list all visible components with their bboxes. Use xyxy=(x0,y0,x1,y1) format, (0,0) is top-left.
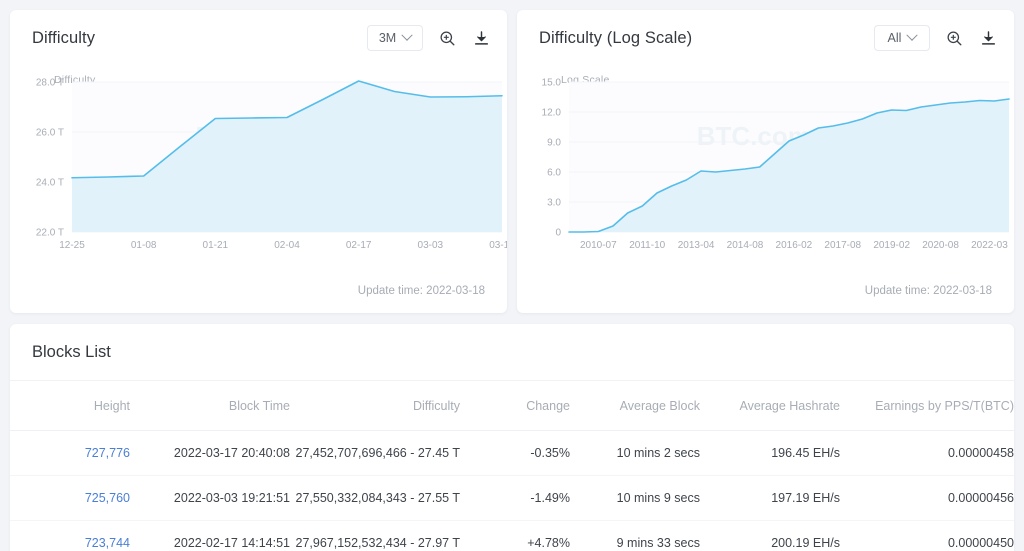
block-height-link[interactable]: 723,744 xyxy=(85,536,130,550)
cell-difficulty: 27,550,332,084,343 - 27.55 T xyxy=(290,475,460,521)
svg-text:26.0 T: 26.0 T xyxy=(36,128,64,139)
svg-text:02-17: 02-17 xyxy=(346,240,372,251)
cell-average-hashrate: 197.19 EH/s xyxy=(700,475,840,521)
cell-height: 727,776 xyxy=(10,430,130,476)
svg-text:03-03: 03-03 xyxy=(418,240,444,251)
svg-text:02-04: 02-04 xyxy=(274,240,300,251)
cell-earnings: 0.00000458 xyxy=(840,430,1014,476)
svg-text:2020-08: 2020-08 xyxy=(922,240,959,251)
blocks-table-body: 727,776 2022-03-17 20:40:08 27,452,707,696… xyxy=(10,430,1014,551)
svg-text:2016-02: 2016-02 xyxy=(776,240,813,251)
svg-text:3.0: 3.0 xyxy=(547,198,561,209)
cell-difficulty: 27,452,707,696,466 - 27.45 T xyxy=(290,430,460,476)
column-header-block-time[interactable]: Block Time xyxy=(130,381,290,431)
difficulty-log-area-chart: BTC.com03.06.09.012.015.02010-07 2011-10 2… xyxy=(542,78,1010,251)
svg-text:2010-07: 2010-07 xyxy=(580,240,617,251)
svg-text:12-25: 12-25 xyxy=(59,240,85,251)
svg-text:15.0: 15.0 xyxy=(542,78,562,89)
blocks-table: Height Block Time Difficulty Change Aver… xyxy=(10,381,1014,551)
page-title: Difficulty (Log Scale) xyxy=(539,28,693,47)
svg-text:2019-02: 2019-02 xyxy=(873,240,910,251)
block-height-link[interactable]: 725,760 xyxy=(85,491,130,505)
cell-average-block: 9 mins 33 secs xyxy=(570,520,700,551)
svg-text:28.0 T: 28.0 T xyxy=(36,78,64,89)
svg-text:24.0 T: 24.0 T xyxy=(36,178,64,189)
block-height-link[interactable]: 727,776 xyxy=(85,446,130,460)
table-row: 727,776 2022-03-17 20:40:08 27,452,707,696… xyxy=(10,430,1014,476)
column-header-change[interactable]: Change xyxy=(460,381,570,431)
page-root: Difficulty 3M Difficulty 22.0 T 24.0 T 2… xyxy=(0,0,1024,551)
range-select-label: 3M xyxy=(378,31,397,45)
cell-earnings: 0.00000450 xyxy=(840,520,1014,551)
chevron-down-icon xyxy=(401,29,413,41)
update-time-label: Update time: 2022-03-18 xyxy=(357,285,485,297)
svg-text:2022-03: 2022-03 xyxy=(971,240,1008,251)
cell-earnings: 0.00000456 xyxy=(840,475,1014,521)
svg-text:01-08: 01-08 xyxy=(131,240,157,251)
cell-average-block: 10 mins 9 secs xyxy=(570,475,700,521)
range-select-3m[interactable]: 3M xyxy=(367,25,423,51)
svg-text:2011-10: 2011-10 xyxy=(629,240,665,251)
svg-text:03-17: 03-17 xyxy=(489,240,507,251)
cell-change: -1.49% xyxy=(460,475,570,521)
table-header-row: Height Block Time Difficulty Change Aver… xyxy=(10,381,1014,431)
page-title: Difficulty xyxy=(32,28,96,47)
charts-row: Difficulty 3M Difficulty 22.0 T 24.0 T 2… xyxy=(10,10,1014,313)
chevron-down-icon xyxy=(906,29,919,41)
column-header-average-block[interactable]: Average Block xyxy=(570,381,700,431)
difficulty-log-plot: Log Scale BTC.com 0 3.0 6.0 9.0 12.0 15.0 2010-… xyxy=(517,66,1014,266)
cell-average-block: 10 mins 2 secs xyxy=(570,430,700,476)
range-select-label: All xyxy=(887,31,902,45)
cell-change: -0.35% xyxy=(460,430,570,476)
difficulty-log-chart-card: Difficulty (Log Scale) All Log Scale BTC… xyxy=(517,10,1014,313)
svg-text:2013-04: 2013-04 xyxy=(678,240,715,251)
svg-text:6.0: 6.0 xyxy=(547,168,561,179)
cell-block-time: 2022-03-03 19:21:51 xyxy=(130,475,290,521)
chart-controls: 3M xyxy=(367,25,491,51)
cell-average-hashrate: 200.19 EH/s xyxy=(700,520,840,551)
chart-header: Difficulty 3M xyxy=(10,10,507,66)
blocks-list-card: Blocks List Height Block Time Difficulty… xyxy=(10,324,1014,551)
svg-text:12.0: 12.0 xyxy=(542,108,562,119)
blocks-list-title: Blocks List xyxy=(32,342,111,361)
table-row: 723,744 2022-02-17 14:14:51 27,967,152,532… xyxy=(10,520,1014,551)
chart-header: Difficulty (Log Scale) All xyxy=(517,10,1014,66)
svg-text:22.0 T: 22.0 T xyxy=(36,228,64,239)
table-row: 725,760 2022-03-03 19:21:51 27,550,332,084… xyxy=(10,475,1014,521)
difficulty-area-chart: BTC.com22.0 T24.0 T26.0 T28.0 T12-2501-0… xyxy=(36,78,507,252)
svg-text:9.0: 9.0 xyxy=(547,138,561,149)
svg-text:0: 0 xyxy=(555,228,561,239)
zoom-in-icon[interactable] xyxy=(437,28,457,48)
svg-text:2017-08: 2017-08 xyxy=(824,240,861,251)
cell-height: 725,760 xyxy=(10,475,130,521)
update-time-label: Update time: 2022-03-18 xyxy=(864,285,992,297)
cell-block-time: 2022-03-17 20:40:08 xyxy=(130,430,290,476)
svg-text:01-21: 01-21 xyxy=(203,240,229,251)
blocks-table-head: Height Block Time Difficulty Change Aver… xyxy=(10,381,1014,431)
zoom-in-icon[interactable] xyxy=(944,28,964,48)
range-select-all[interactable]: All xyxy=(874,25,930,51)
cell-change: +4.78% xyxy=(460,520,570,551)
chart-controls: All xyxy=(874,25,998,51)
blocks-list-header: Blocks List xyxy=(10,324,1014,381)
download-icon[interactable] xyxy=(471,28,491,48)
column-header-average-hashrate[interactable]: Average Hashrate xyxy=(700,381,840,431)
difficulty-plot: Difficulty BTC.com22.0 T24.0 T26.0 T28.0… xyxy=(10,66,507,266)
cell-average-hashrate: 196.45 EH/s xyxy=(700,430,840,476)
cell-block-time: 2022-02-17 14:14:51 xyxy=(130,520,290,551)
cell-height: 723,744 xyxy=(10,520,130,551)
column-header-difficulty[interactable]: Difficulty xyxy=(290,381,460,431)
svg-text:2014-08: 2014-08 xyxy=(727,240,764,251)
difficulty-chart-card: Difficulty 3M Difficulty 22.0 T 24.0 T 2… xyxy=(10,10,507,313)
cell-difficulty: 27,967,152,532,434 - 27.97 T xyxy=(290,520,460,551)
column-header-earnings[interactable]: Earnings by PPS/T(BTC) xyxy=(840,381,1014,431)
download-icon[interactable] xyxy=(978,28,998,48)
column-header-height[interactable]: Height xyxy=(10,381,130,431)
